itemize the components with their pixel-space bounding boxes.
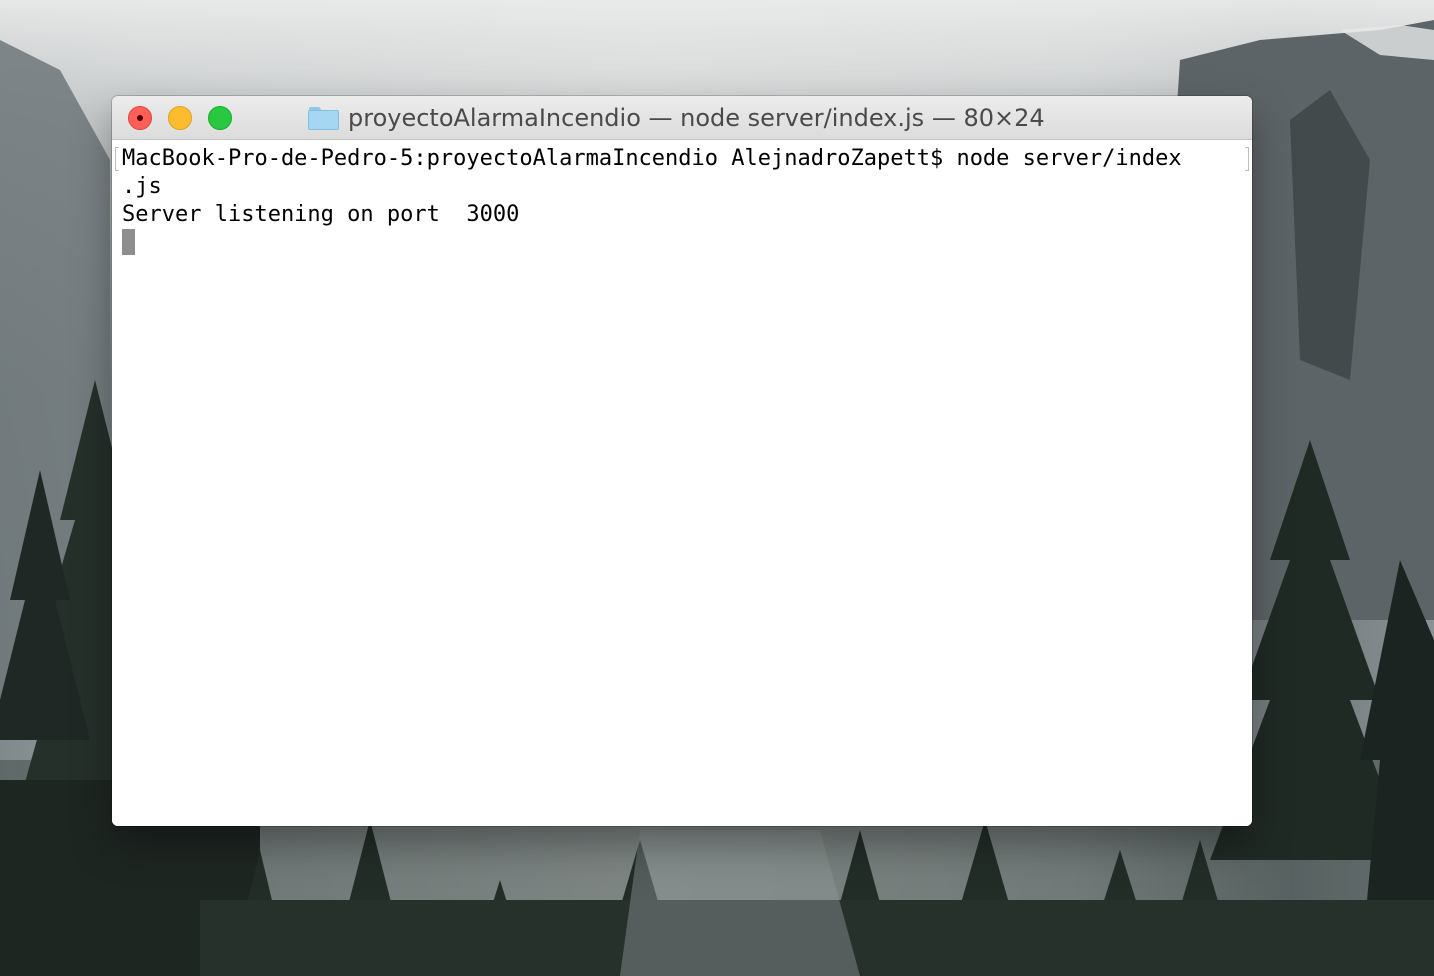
close-button[interactable] (128, 106, 152, 130)
line-mark-left-icon (115, 147, 119, 171)
line-mark-right-icon (1245, 147, 1249, 171)
window-title: proyectoAlarmaIncendio — node server/ind… (308, 96, 1045, 139)
terminal-output[interactable]: MacBook-Pro-de-Pedro-5:proyectoAlarmaInc… (112, 140, 1252, 826)
zoom-button[interactable] (208, 106, 232, 130)
terminal-line-command: MacBook-Pro-de-Pedro-5:proyectoAlarmaInc… (122, 146, 1182, 171)
block-cursor (122, 229, 135, 255)
title-bar[interactable]: proyectoAlarmaIncendio — node server/ind… (112, 96, 1252, 140)
terminal-line-wrap: .js (122, 174, 162, 199)
window-title-text: proyectoAlarmaIncendio — node server/ind… (348, 103, 1045, 132)
minimize-button[interactable] (168, 106, 192, 130)
terminal-window[interactable]: proyectoAlarmaIncendio — node server/ind… (112, 96, 1252, 826)
terminal-line-server: Server listening on port 3000 (122, 202, 520, 227)
folder-icon (308, 106, 339, 130)
